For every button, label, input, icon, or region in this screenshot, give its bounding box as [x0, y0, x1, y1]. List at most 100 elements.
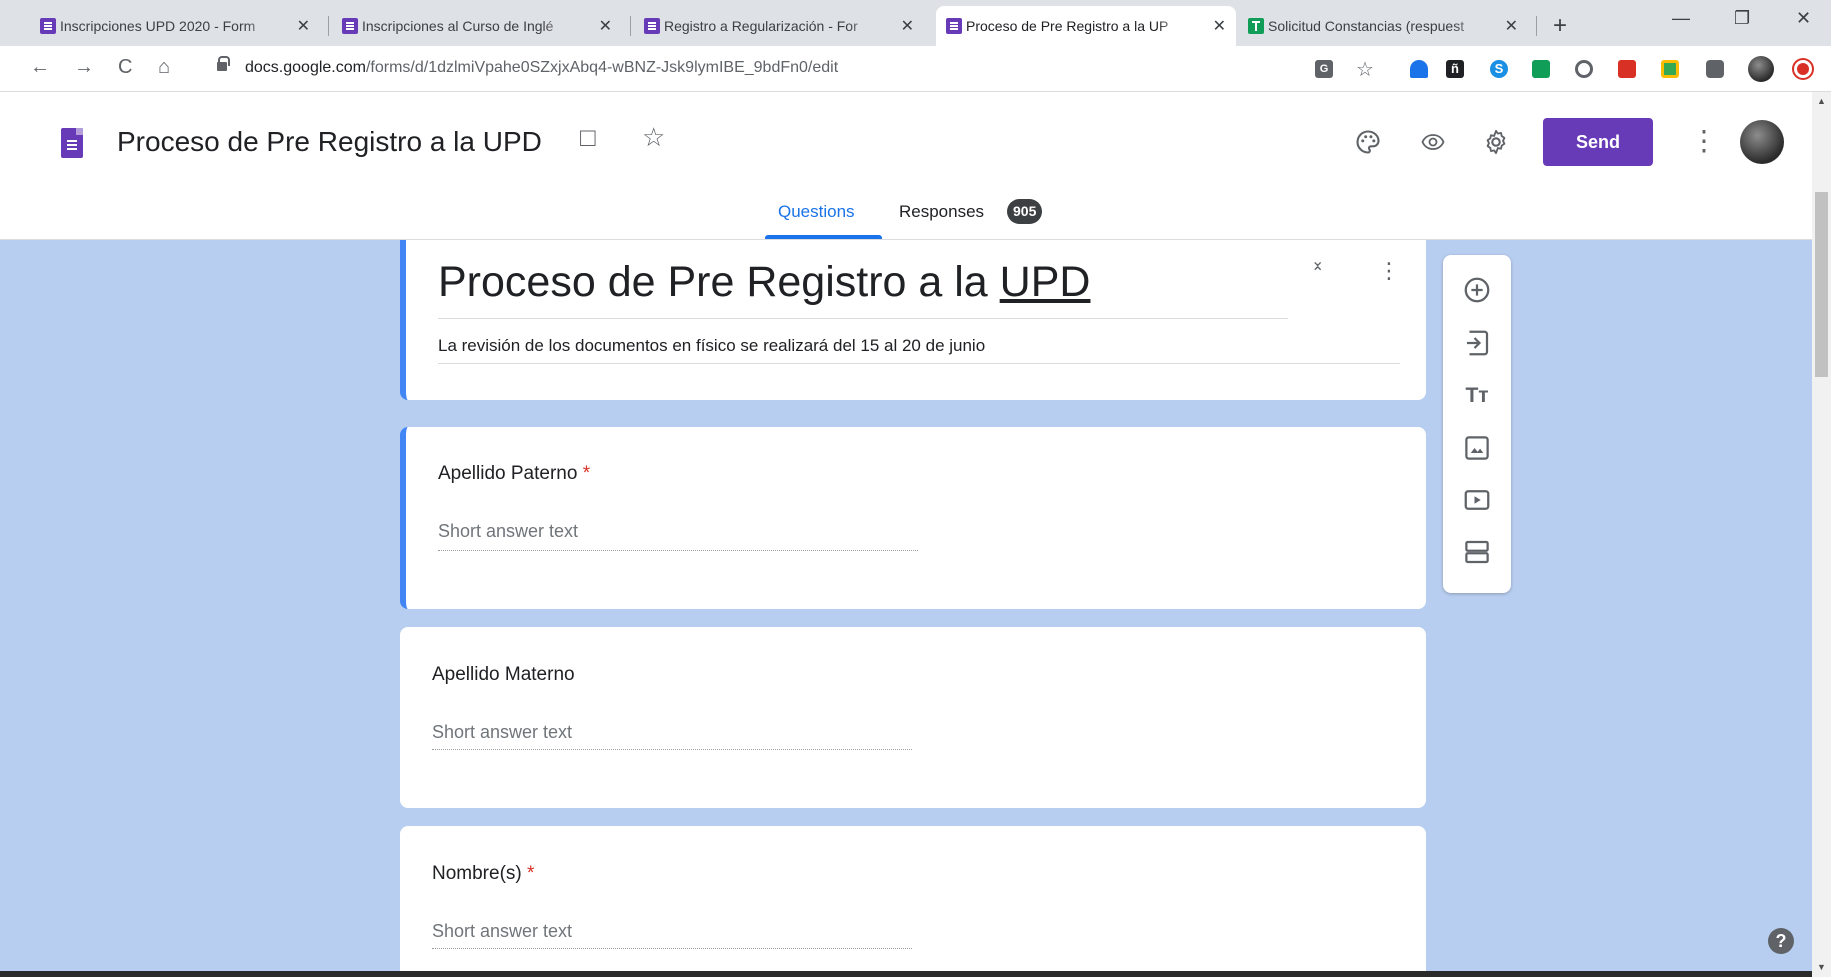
n-tilde-extension-icon[interactable]: ñ — [1446, 60, 1464, 78]
form-title-card[interactable]: Proceso de Pre Registro a la UPD La revi… — [400, 240, 1426, 400]
forms-favicon-icon — [342, 18, 358, 34]
question-card[interactable]: Apellido Materno Short answer text — [400, 627, 1426, 808]
browser-tab[interactable]: Inscripciones al Curso de Inglé ✕ — [332, 6, 622, 46]
sheets-favicon-icon — [1248, 18, 1264, 34]
short-answer-placeholder: Short answer text — [432, 921, 573, 941]
import-questions-icon[interactable] — [1462, 328, 1492, 358]
translate-icon[interactable]: G — [1315, 60, 1333, 78]
bookmark-star-icon[interactable]: ☆ — [1356, 57, 1374, 82]
add-title-icon[interactable]: Tт — [1462, 381, 1492, 411]
browser-tab[interactable]: Inscripciones UPD 2020 - Form ✕ — [30, 6, 320, 46]
help-button[interactable]: ? — [1768, 928, 1794, 954]
profile-icon[interactable] — [1748, 56, 1774, 82]
star-icon[interactable]: ☆ — [642, 122, 665, 153]
answer-line — [432, 948, 912, 949]
responses-count-badge: 905 — [1007, 199, 1043, 224]
forms-favicon-icon — [644, 18, 660, 34]
question-title[interactable]: Nombre(s) * — [432, 863, 534, 885]
browser-tab-active[interactable]: Proceso de Pre Registro a la UP ✕ — [936, 6, 1236, 46]
new-tab-button[interactable]: + — [1553, 12, 1567, 40]
window-close-button[interactable]: ✕ — [1796, 8, 1811, 29]
circle-extension-icon[interactable] — [1575, 60, 1593, 78]
question-label: Apellido Materno — [432, 664, 575, 685]
question-title[interactable]: Apellido Materno — [432, 664, 575, 686]
settings-gear-icon[interactable] — [1482, 128, 1510, 156]
tab-title: Inscripciones al Curso de Inglé — [362, 18, 554, 34]
lock-icon — [217, 56, 230, 71]
forms-header: Proceso de Pre Registro a la UPD □ ☆ Sen… — [0, 92, 1812, 240]
restore-button[interactable]: ❐ — [1734, 8, 1750, 29]
required-marker: * — [582, 463, 591, 484]
forms-logo-icon[interactable] — [61, 128, 83, 158]
taskbar-edge — [0, 971, 1812, 977]
tab-separator — [630, 16, 631, 36]
tab-close-icon[interactable]: ✕ — [901, 16, 914, 36]
home-button[interactable]: ⌂ — [158, 56, 170, 79]
scroll-up-arrow-icon[interactable]: ▲ — [1817, 96, 1826, 106]
send-button[interactable]: Send — [1543, 118, 1653, 166]
scroll-thumb[interactable] — [1815, 192, 1828, 377]
puzzle-icon[interactable] — [1706, 60, 1724, 78]
browser-toolbar: ← → C ⌂ docs.google.com/forms/d/1dzlmiVp… — [0, 46, 1831, 92]
short-answer-placeholder: Short answer text — [438, 521, 579, 541]
form-editor-canvas: Proceso de Pre Registro a la UPD La revi… — [0, 240, 1812, 977]
form-description[interactable]: La revisión de los documentos en físico … — [438, 336, 985, 356]
opera-icon[interactable] — [1794, 60, 1812, 78]
tab-title: Registro a Regularización - For — [664, 18, 858, 34]
form-title[interactable]: Proceso de Pre Registro a la UPD — [438, 258, 1090, 307]
pdf-icon[interactable] — [1618, 60, 1636, 78]
add-question-icon[interactable] — [1462, 275, 1492, 305]
folder-icon[interactable]: □ — [580, 122, 596, 153]
bookmark-icon[interactable] — [1410, 60, 1428, 78]
tab-close-icon[interactable]: ✕ — [599, 16, 612, 36]
question-label: Nombre(s) — [432, 863, 522, 884]
tab-title: Solicitud Constancias (respuest — [1268, 18, 1465, 34]
minimize-button[interactable]: — — [1672, 8, 1690, 29]
url-path: /forms/d/1dzlmiVpahe0SZxjxAbq4-wBNZ-Jsk9… — [365, 59, 839, 76]
collapse-icon[interactable]: ⌄ ⌃ — [1311, 254, 1324, 282]
scroll-down-arrow-icon[interactable]: ▼ — [1817, 962, 1826, 972]
address-bar[interactable]: docs.google.com/forms/d/1dzlmiVpahe0SZxj… — [245, 59, 838, 77]
question-title[interactable]: Apellido Paterno * — [438, 463, 590, 485]
palette-icon[interactable] — [1354, 128, 1382, 156]
reload-button[interactable]: C — [118, 56, 132, 79]
document-title[interactable]: Proceso de Pre Registro a la UPD — [117, 126, 542, 158]
forms-favicon-icon — [946, 18, 962, 34]
classroom-icon[interactable] — [1661, 60, 1679, 78]
side-toolbar: Tт — [1443, 255, 1511, 593]
forms-favicon-icon — [40, 18, 56, 34]
page-scrollbar[interactable]: ▲ ▼ — [1812, 92, 1831, 977]
tab-close-icon[interactable]: ✕ — [1213, 16, 1226, 36]
browser-tab-strip: Inscripciones UPD 2020 - Form ✕ Inscripc… — [0, 0, 1831, 46]
description-underline — [438, 363, 1400, 364]
tab-close-icon[interactable]: ✕ — [1505, 16, 1518, 36]
cast-icon[interactable] — [1532, 60, 1550, 78]
title-more-icon[interactable]: ⋮ — [1378, 258, 1400, 284]
tab-close-icon[interactable]: ✕ — [297, 16, 310, 36]
tab-title: Inscripciones UPD 2020 - Form — [60, 18, 256, 34]
title-underline — [438, 318, 1288, 319]
tab-separator — [1536, 16, 1537, 36]
account-avatar[interactable] — [1740, 120, 1784, 164]
browser-tab[interactable]: Solicitud Constancias (respuest ✕ — [1238, 6, 1528, 46]
question-card[interactable]: Apellido Paterno * Short answer text — [400, 427, 1426, 609]
short-answer-placeholder: Short answer text — [432, 722, 573, 742]
form-title-text: Proceso de Pre Registro a la — [438, 258, 1000, 306]
tab-responses[interactable]: Responses — [899, 202, 984, 222]
url-host: docs.google.com — [245, 59, 366, 76]
forward-button[interactable]: → — [74, 56, 94, 79]
add-image-icon[interactable] — [1462, 433, 1492, 463]
active-tab-indicator — [765, 235, 882, 239]
back-button[interactable]: ← — [30, 56, 50, 79]
s-extension-icon[interactable]: S — [1490, 60, 1508, 78]
browser-tab[interactable]: Registro a Regularización - For ✕ — [634, 6, 924, 46]
add-section-icon[interactable] — [1462, 537, 1492, 567]
more-options-icon[interactable]: ⋮ — [1690, 124, 1718, 157]
add-video-icon[interactable] — [1462, 485, 1492, 515]
form-title-underlined: UPD — [999, 258, 1091, 306]
answer-line — [438, 550, 918, 551]
required-marker: * — [527, 863, 535, 884]
tab-questions[interactable]: Questions — [778, 202, 855, 222]
question-card[interactable]: Nombre(s) * Short answer text — [400, 826, 1426, 977]
preview-eye-icon[interactable] — [1418, 130, 1448, 154]
